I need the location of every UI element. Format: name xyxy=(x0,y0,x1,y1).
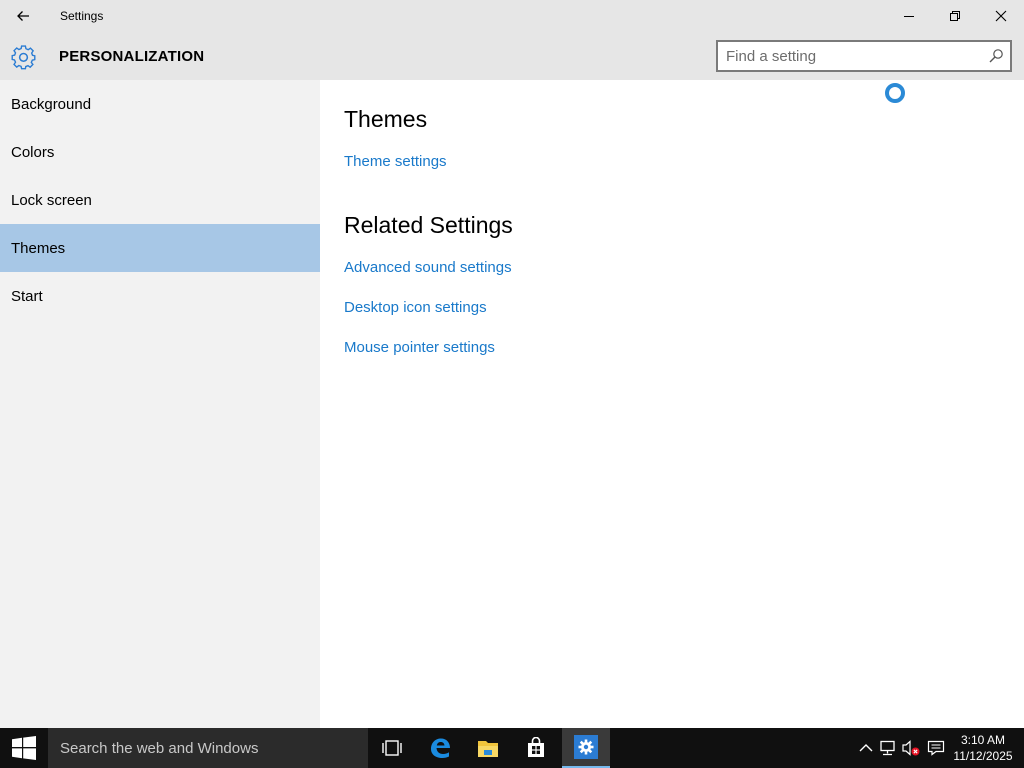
minimize-button[interactable] xyxy=(886,0,932,32)
windows-logo-icon xyxy=(12,736,36,760)
file-explorer-button[interactable] xyxy=(464,728,512,768)
back-button[interactable] xyxy=(8,2,38,30)
clock-date: 11/12/2025 xyxy=(953,749,1013,763)
busy-indicator-icon xyxy=(885,83,905,103)
minimize-icon xyxy=(904,16,914,17)
action-center-button[interactable] xyxy=(926,738,946,758)
sidebar-item-start[interactable]: Start xyxy=(0,272,320,320)
show-hidden-icons-button[interactable] xyxy=(856,738,876,758)
restore-button[interactable] xyxy=(932,0,978,32)
desktop-icon-settings-link[interactable]: Desktop icon settings xyxy=(344,299,487,316)
sidebar-item-themes[interactable]: Themes xyxy=(0,224,320,272)
taskbar-clock[interactable]: 3:10 AM 11/12/2025 xyxy=(950,732,1016,764)
network-icon xyxy=(880,740,895,756)
close-button[interactable] xyxy=(978,0,1024,32)
sidebar-item-label: Background xyxy=(11,96,92,113)
sidebar-item-label: Start xyxy=(11,288,43,305)
volume-tray-button[interactable] xyxy=(901,738,921,758)
file-explorer-icon xyxy=(478,741,498,757)
edge-button[interactable] xyxy=(416,728,464,768)
settings-icon xyxy=(574,735,598,759)
start-button[interactable] xyxy=(0,728,48,768)
sidebar-item-colors[interactable]: Colors xyxy=(0,128,320,176)
store-button[interactable] xyxy=(512,728,560,768)
taskbar-search-placeholder: Search the web and Windows xyxy=(60,740,259,757)
content-pane: Themes Theme settings Related Settings A… xyxy=(320,80,1024,728)
advanced-sound-settings-link[interactable]: Advanced sound settings xyxy=(344,259,512,276)
related-settings-heading: Related Settings xyxy=(344,212,513,238)
mouse-pointer-settings-link[interactable]: Mouse pointer settings xyxy=(344,339,495,356)
restore-icon xyxy=(950,11,960,21)
network-tray-button[interactable] xyxy=(878,738,898,758)
back-arrow-icon xyxy=(17,11,29,21)
task-view-button[interactable] xyxy=(368,728,416,768)
sidebar: Background Colors Lock screen Themes Sta… xyxy=(0,80,320,728)
themes-heading: Themes xyxy=(344,106,428,132)
task-view-icon xyxy=(382,740,402,756)
search-icon[interactable] xyxy=(988,48,1004,64)
sidebar-item-label: Themes xyxy=(11,240,66,257)
page-title: PERSONALIZATION xyxy=(59,48,205,65)
sidebar-item-lock-screen[interactable]: Lock screen xyxy=(0,176,320,224)
sidebar-item-background[interactable]: Background xyxy=(0,80,320,128)
clock-time: 3:10 AM xyxy=(960,733,1006,747)
chevron-up-icon xyxy=(859,744,873,752)
settings-taskbar-button[interactable] xyxy=(562,728,610,768)
title-bar: Settings xyxy=(0,0,1024,32)
close-icon xyxy=(995,10,1007,22)
taskbar-search-box[interactable]: Search the web and Windows xyxy=(48,728,368,768)
notifications-icon xyxy=(927,740,945,756)
theme-settings-link[interactable]: Theme settings xyxy=(344,153,447,170)
find-setting-box[interactable] xyxy=(716,40,1012,72)
store-icon xyxy=(528,737,544,757)
window-title: Settings xyxy=(60,9,104,23)
sidebar-item-label: Lock screen xyxy=(11,192,92,209)
gear-icon xyxy=(11,45,36,70)
settings-header: PERSONALIZATION xyxy=(0,32,1024,80)
speaker-muted-icon xyxy=(902,740,920,756)
sidebar-item-label: Colors xyxy=(11,144,55,161)
edge-icon xyxy=(431,738,450,758)
taskbar: Search the web and Windows 3:10 AM 11/12… xyxy=(0,728,1024,768)
find-setting-input[interactable] xyxy=(726,46,976,66)
